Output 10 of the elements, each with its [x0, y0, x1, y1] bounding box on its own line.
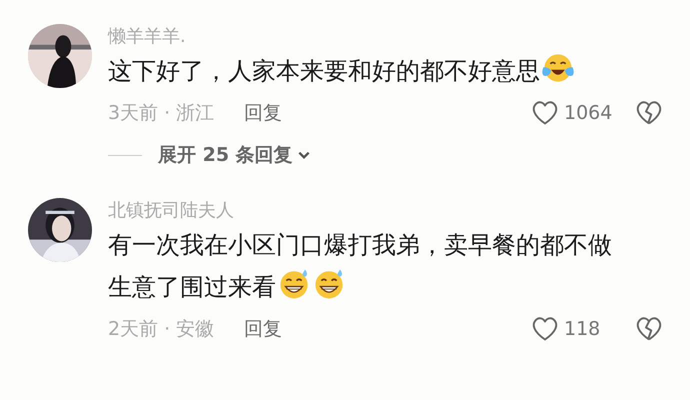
reply-link[interactable]: 回复 [244, 100, 282, 126]
like-count: 1064 [564, 102, 614, 124]
like-count: 118 [564, 318, 602, 340]
reply-link[interactable]: 回复 [244, 316, 282, 342]
comment-text: 有一次我在小区门口爆打我弟，卖早餐的都不做 [108, 230, 612, 261]
time-location: 3天前 · 浙江 [108, 101, 214, 126]
time-location: 2天前 · 安徽 [108, 317, 214, 342]
comment-text: 这下好了，人家本来要和好的都不好意思 [108, 56, 540, 87]
comment-text: 生意了围过来看 [108, 272, 276, 303]
expand-replies-button[interactable]: 展开 25 条回复 [158, 142, 311, 168]
